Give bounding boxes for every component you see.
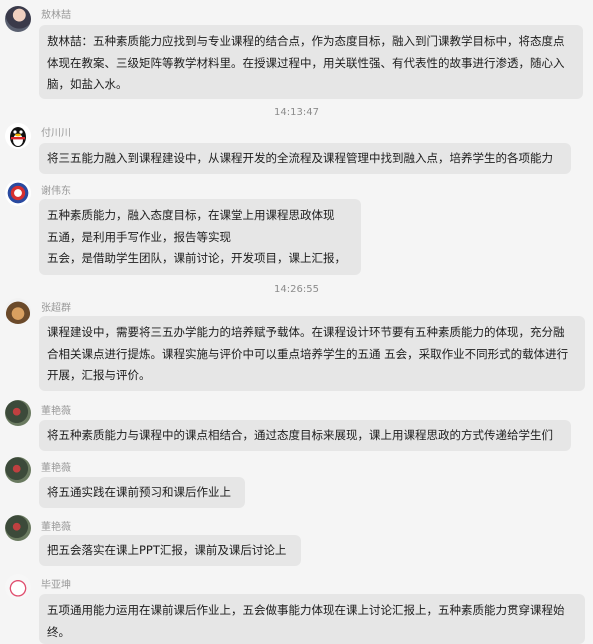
- sender-name: 董艳薇: [41, 463, 71, 474]
- message-bubble: 将五种素质能力与课程中的课点相结合，通过态度目标来展现，课上用课程思政的方式传递…: [39, 420, 571, 451]
- message-bubble: 敖林喆：五种素质能力应找到与专业课程的结合点，作为态度目标，融入到门课教学目标中…: [39, 25, 583, 99]
- sender-name: 张超群: [41, 303, 71, 314]
- message-bubble: 将五通实践在课前预习和课后作业上: [39, 477, 245, 508]
- message-bubble: 五项通用能力运用在课前课后作业上，五会做事能力体现在课上讨论汇报上，五种素质能力…: [39, 594, 585, 644]
- sender-name: 董艳薇: [41, 522, 71, 533]
- girl-avatar-icon[interactable]: [5, 6, 31, 32]
- cat-avatar-icon[interactable]: [5, 574, 31, 600]
- timestamp: 14:26:55: [274, 284, 319, 295]
- sender-name: 付川川: [41, 128, 71, 139]
- opera-mask-avatar-icon[interactable]: [5, 180, 31, 206]
- timestamp: 14:13:47: [274, 107, 319, 118]
- sender-name: 谢伟东: [41, 186, 71, 197]
- message-bubble: 五种素质能力，融入态度目标，在课堂上用课程思政体现 五通，是利用手写作业，报告等…: [39, 199, 361, 275]
- sender-name: 董艳薇: [41, 406, 71, 417]
- qq-penguin-avatar-icon[interactable]: [5, 123, 31, 149]
- rose-avatar-icon[interactable]: [5, 457, 31, 483]
- sender-name: 敖林喆: [41, 10, 71, 21]
- sender-name: 毕亚坤: [41, 580, 71, 591]
- message-bubble: 将三五能力融入到课程建设中，从课程开发的全流程及课程管理中找到融入点，培养学生的…: [39, 143, 571, 174]
- rose-avatar-icon[interactable]: [5, 515, 31, 541]
- rose-avatar-icon[interactable]: [5, 400, 31, 426]
- message-bubble: 课程建设中，需要将三五办学能力的培养赋予载体。在课程设计环节要有五种素质能力的体…: [39, 316, 585, 391]
- hedgehog-avatar-icon[interactable]: [5, 298, 31, 324]
- message-bubble: 把五会落实在课上PPT汇报，课前及课后讨论上: [39, 535, 301, 566]
